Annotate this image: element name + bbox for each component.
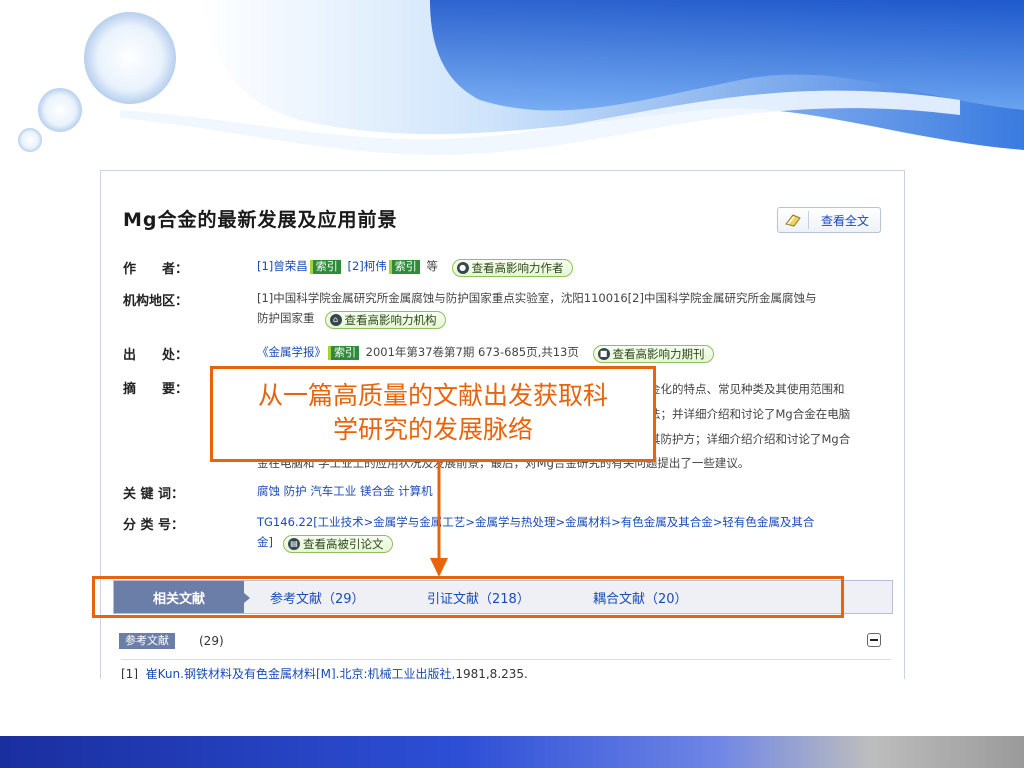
org-value: [1]中国科学院金属研究所金属腐蚀与防护国家重点实验室，沈阳110016[2]中… bbox=[257, 288, 816, 329]
class-path-tail[interactable]: 金] bbox=[257, 535, 273, 549]
org-label: 机构地区： bbox=[123, 294, 189, 309]
source-label: 出 处： bbox=[123, 348, 189, 363]
author-etc: 等 bbox=[426, 259, 438, 273]
view-fulltext-label: 查看全文 bbox=[821, 213, 870, 228]
abstract-line-2: 法；并详细介绍和讨论了Mg合金在电脑 bbox=[649, 407, 851, 421]
references-count: (29) bbox=[199, 634, 224, 648]
callout-line-2: 学研究的发展脉络 bbox=[332, 415, 533, 444]
references-badge: 参考文献 bbox=[119, 633, 175, 649]
abstract-line-3: 其防护方；详细介绍介绍和讨论了Mg合 bbox=[649, 432, 851, 446]
source-detail: 2001年第37卷第7期 673-685页,共13页 bbox=[365, 345, 579, 359]
abstract-label: 摘 要： bbox=[123, 382, 189, 397]
keyword-link[interactable]: 计算机 bbox=[398, 484, 433, 498]
slide-footer-bar bbox=[0, 736, 1024, 768]
classification-value: TG146.22[工业技术>金属学与金属工艺>金属学与热处理>金属材料>有色金属… bbox=[257, 512, 897, 553]
tab-references[interactable]: 参考文献（29） bbox=[270, 581, 365, 613]
view-high-impact-journals-button[interactable]: ■ 查看高影响力期刊 bbox=[592, 345, 714, 363]
reference-link[interactable]: 崔Kun.钢铁材料及有色金属材料[M].北京:机械工业出版社, bbox=[146, 667, 456, 679]
keyword-link[interactable]: 镁合金 bbox=[360, 484, 395, 498]
author-value: [1]曾荣昌 索引 [2]柯伟 索引 等 ● 查看高影响力作者 bbox=[257, 256, 573, 277]
keyword-link[interactable]: 防护 bbox=[284, 484, 307, 498]
journal-link[interactable]: 《金属学报》 bbox=[257, 345, 326, 359]
class-code-link[interactable]: TG146.22 bbox=[257, 515, 313, 529]
keywords-label: 关 键 词： bbox=[123, 487, 185, 502]
tab-related[interactable]: 相关文献 bbox=[114, 581, 250, 613]
keyword-link[interactable]: 汽车工业 bbox=[310, 484, 356, 498]
author-label: 作 者： bbox=[123, 262, 189, 277]
reference-tail: 1981,8.235. bbox=[455, 667, 528, 679]
view-highly-cited-button[interactable]: ▤ 查看高被引论文 bbox=[283, 535, 393, 553]
author-link-2[interactable]: [2]柯伟 bbox=[347, 259, 386, 273]
keywords-value: 腐蚀 防护 汽车工业 镁合金 计算机 bbox=[257, 481, 433, 501]
source-value: 《金属学报》 索引 2001年第37卷第7期 673-685页,共13页 ■ 查看高… bbox=[257, 342, 714, 363]
view-fulltext-button[interactable]: 查看全文 bbox=[777, 207, 881, 233]
view-high-impact-orgs-button[interactable]: ⌂ 查看高影响力机构 bbox=[324, 311, 446, 329]
slide-header-banner bbox=[18, 0, 1024, 155]
classification-label: 分 类 号： bbox=[123, 518, 185, 533]
tab-coupled[interactable]: 耦合文献（20） bbox=[593, 581, 688, 613]
journal-index-tag[interactable]: 索引 bbox=[328, 346, 359, 360]
class-path-link[interactable]: [工业技术>金属学与金属工艺>金属学与热处理>金属材料>有色金属及其合金>轻有色… bbox=[313, 515, 814, 529]
annotation-callout: 从一篇高质量的文献出发获取科 学研究的发展脉络 bbox=[210, 366, 656, 462]
divider bbox=[121, 659, 891, 660]
org-line-1: [1]中国科学院金属研究所金属腐蚀与防护国家重点实验室，沈阳110016[2]中… bbox=[257, 291, 817, 305]
journal-icon: ■ bbox=[597, 348, 610, 360]
tab-citations[interactable]: 引证文献（218） bbox=[427, 581, 530, 613]
view-high-impact-authors-button[interactable]: ● 查看高影响力作者 bbox=[451, 259, 573, 277]
collapse-icon[interactable] bbox=[867, 633, 881, 647]
abstract-visible-right: 金化的特点、常见种类及其使用范围和 法；并详细介绍和讨论了Mg合金在电脑 其防护… bbox=[649, 377, 850, 452]
author-index-tag-2[interactable]: 索引 bbox=[388, 260, 420, 274]
literature-tabs: 相关文献 参考文献（29） 引证文献（218） 耦合文献（20） bbox=[113, 580, 893, 614]
reference-number: [1] bbox=[121, 667, 138, 679]
comment-icon: ▤ bbox=[288, 538, 300, 550]
person-icon: ● bbox=[456, 262, 469, 274]
org-line-2: 防护国家重 ⌂ 查看高影响力机构 bbox=[257, 308, 816, 329]
author-index-tag-1[interactable]: 索引 bbox=[309, 260, 341, 274]
page-title: Mg合金的最新发展及应用前景 bbox=[123, 209, 398, 231]
callout-line-1: 从一篇高质量的文献出发获取科 bbox=[257, 381, 608, 410]
author-link-1[interactable]: [1]曾荣昌 bbox=[257, 259, 308, 273]
keyword-link[interactable]: 腐蚀 bbox=[257, 484, 280, 498]
document-icon bbox=[778, 211, 809, 229]
list-item: [1] 崔Kun.钢铁材料及有色金属材料[M].北京:机械工业出版社,1981,… bbox=[121, 665, 528, 679]
abstract-line-1: 金化的特点、常见种类及其使用范围和 bbox=[649, 382, 845, 396]
building-icon: ⌂ bbox=[329, 314, 342, 326]
